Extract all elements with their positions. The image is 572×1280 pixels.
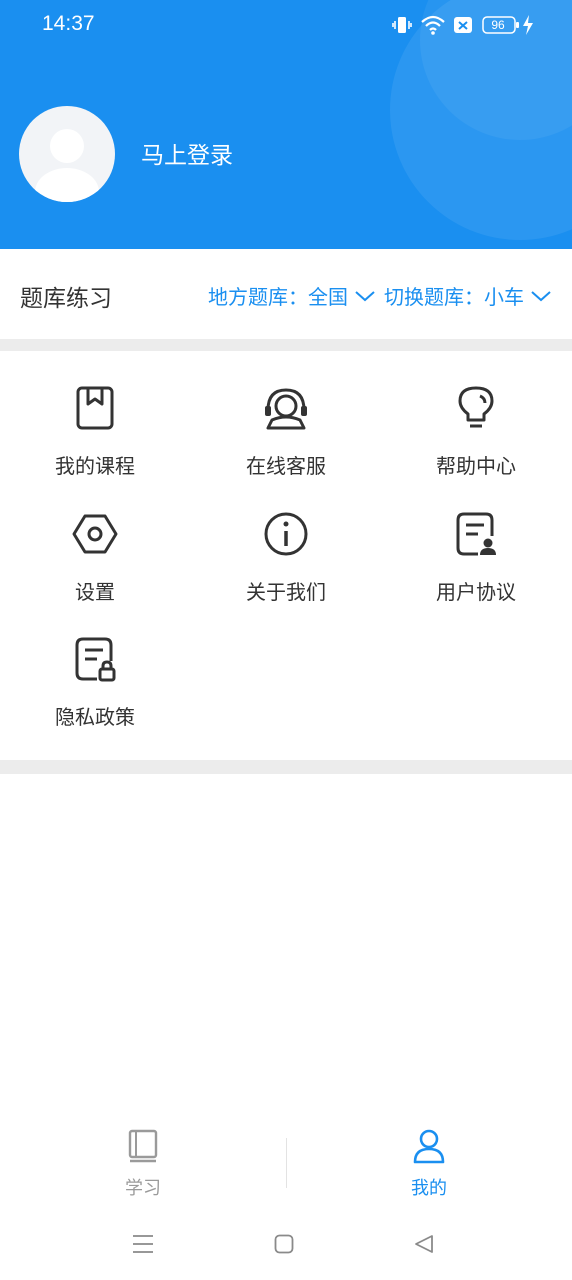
vibrate-icon <box>392 17 412 33</box>
hexagon-settings-icon <box>72 514 118 554</box>
person-icon <box>413 1129 445 1164</box>
menu-item-my-courses[interactable]: 我的课程 <box>0 384 190 494</box>
chevron-down-icon[interactable] <box>530 289 552 303</box>
status-icons: 96 <box>392 14 542 38</box>
tab-label: 我的 <box>411 1178 447 1199</box>
region-bank-selector[interactable]: 地方题库：全国 <box>208 281 348 310</box>
menu-item-label: 用户协议 <box>436 580 516 604</box>
wifi-icon <box>421 15 445 35</box>
switch-bank-selector[interactable]: 切换题库：小车 <box>384 281 524 310</box>
menu-item-label: 关于我们 <box>246 580 326 604</box>
menu-item-label: 帮助中心 <box>436 454 516 478</box>
avatar[interactable] <box>19 106 115 202</box>
study-book-icon <box>128 1129 158 1163</box>
info-icon <box>264 512 308 556</box>
question-bank-selectors: 地方题库：全国 切换题库：小车 <box>208 281 552 310</box>
battery-level: 96 <box>491 18 505 32</box>
back-icon[interactable] <box>414 1234 434 1254</box>
profile-header: 14:37 96 马上登录 <box>0 0 572 249</box>
system-nav-bar <box>0 1212 572 1280</box>
menu-item-label: 我的课程 <box>55 454 135 478</box>
question-bank-title: 题库练习 <box>20 286 112 312</box>
menu-item-label: 设置 <box>75 580 115 604</box>
tab-study[interactable]: 学习 <box>0 1122 286 1202</box>
document-user-icon <box>456 512 496 556</box>
login-link[interactable]: 马上登录 <box>141 136 233 170</box>
lightbulb-icon <box>458 386 494 428</box>
menu-item-about-us[interactable]: 关于我们 <box>191 510 381 620</box>
menu-item-label: 隐私政策 <box>55 705 135 729</box>
charging-icon <box>523 15 533 35</box>
document-lock-icon <box>75 637 116 682</box>
menu-item-user-agreement[interactable]: 用户协议 <box>381 510 571 620</box>
menu-icon[interactable] <box>132 1234 154 1254</box>
menu-item-help-center[interactable]: 帮助中心 <box>381 384 571 494</box>
tab-mine[interactable]: 我的 <box>286 1122 572 1202</box>
section-divider <box>0 760 572 774</box>
sim-blocked-icon <box>454 17 472 33</box>
menu-item-privacy-policy[interactable]: 隐私政策 <box>0 635 190 745</box>
app-root: 14:37 96 马上登录 题库练习 地方题库：全国 切换题库：小车 我的课程 … <box>0 0 572 1280</box>
book-icon <box>76 386 114 430</box>
menu-item-online-service[interactable]: 在线客服 <box>191 384 381 494</box>
section-divider <box>0 339 572 351</box>
status-time: 14:37 <box>42 12 95 35</box>
headset-icon <box>265 388 307 430</box>
menu-item-settings[interactable]: 设置 <box>0 510 190 620</box>
tab-label: 学习 <box>125 1178 161 1199</box>
menu-item-label: 在线客服 <box>246 454 326 478</box>
chevron-down-icon[interactable] <box>354 289 376 303</box>
default-avatar-icon <box>35 129 99 202</box>
home-icon[interactable] <box>274 1234 294 1254</box>
question-bank-row: 题库练习 地方题库：全国 切换题库：小车 <box>0 249 572 339</box>
